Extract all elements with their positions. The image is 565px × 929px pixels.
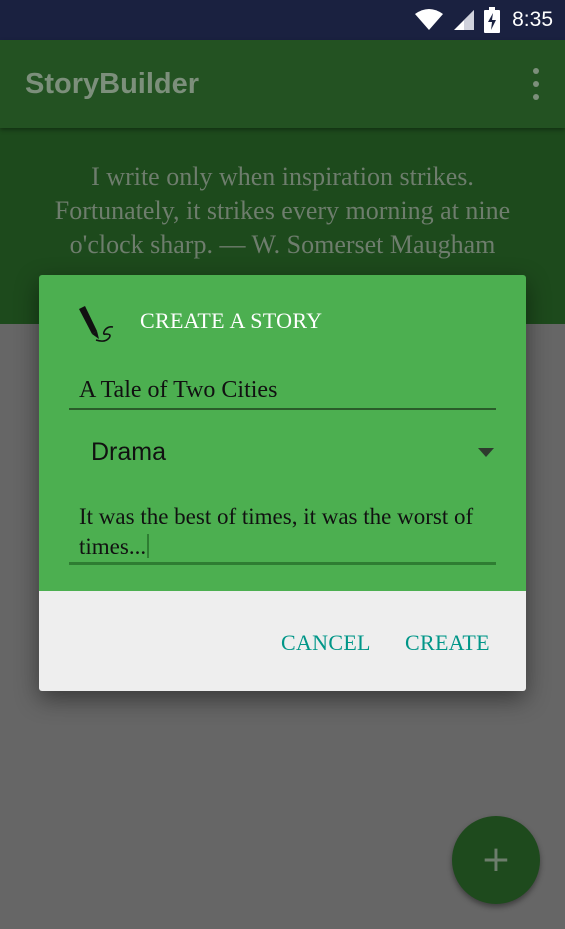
genre-spinner[interactable]: Drama	[69, 430, 496, 474]
app-title: StoryBuilder	[25, 68, 200, 100]
opening-line-text: It was the best of times, it was the wor…	[79, 504, 474, 559]
menu-dot	[533, 81, 539, 87]
quote-text: I write only when inspiration strikes. F…	[54, 162, 511, 259]
opening-line-field[interactable]: It was the best of times, it was the wor…	[69, 500, 496, 565]
genre-selected-value: Drama	[91, 438, 167, 466]
app-bar: StoryBuilder	[0, 40, 565, 128]
cell-signal-icon	[454, 10, 475, 30]
menu-dot	[533, 68, 539, 74]
create-button[interactable]: CREATE	[405, 630, 490, 656]
dialog-actions: CANCEL CREATE	[39, 591, 526, 691]
battery-charging-icon	[484, 7, 501, 33]
opening-line-value: It was the best of times, it was the wor…	[79, 502, 479, 562]
add-story-button[interactable]: +	[452, 816, 540, 904]
menu-dot	[533, 94, 539, 100]
status-time: 8:35	[512, 8, 553, 31]
dropdown-arrow-icon	[478, 448, 494, 457]
story-title-field[interactable]: A Tale of Two Cities	[69, 375, 496, 410]
dialog-header: CREATE A STORY A Tale of Two Cities Dram…	[39, 275, 526, 591]
overflow-menu-icon[interactable]	[529, 68, 543, 100]
fountain-pen-icon	[79, 306, 114, 342]
create-story-dialog: CREATE A STORY A Tale of Two Cities Dram…	[39, 275, 526, 691]
story-title-value: A Tale of Two Cities	[79, 377, 278, 403]
wifi-icon	[415, 9, 444, 30]
status-icons: 8:35	[414, 0, 553, 40]
plus-icon: +	[480, 839, 512, 880]
cancel-button[interactable]: CANCEL	[281, 630, 371, 656]
status-bar: 8:35	[0, 0, 565, 40]
text-cursor	[147, 534, 150, 558]
dialog-title: CREATE A STORY	[140, 308, 323, 333]
